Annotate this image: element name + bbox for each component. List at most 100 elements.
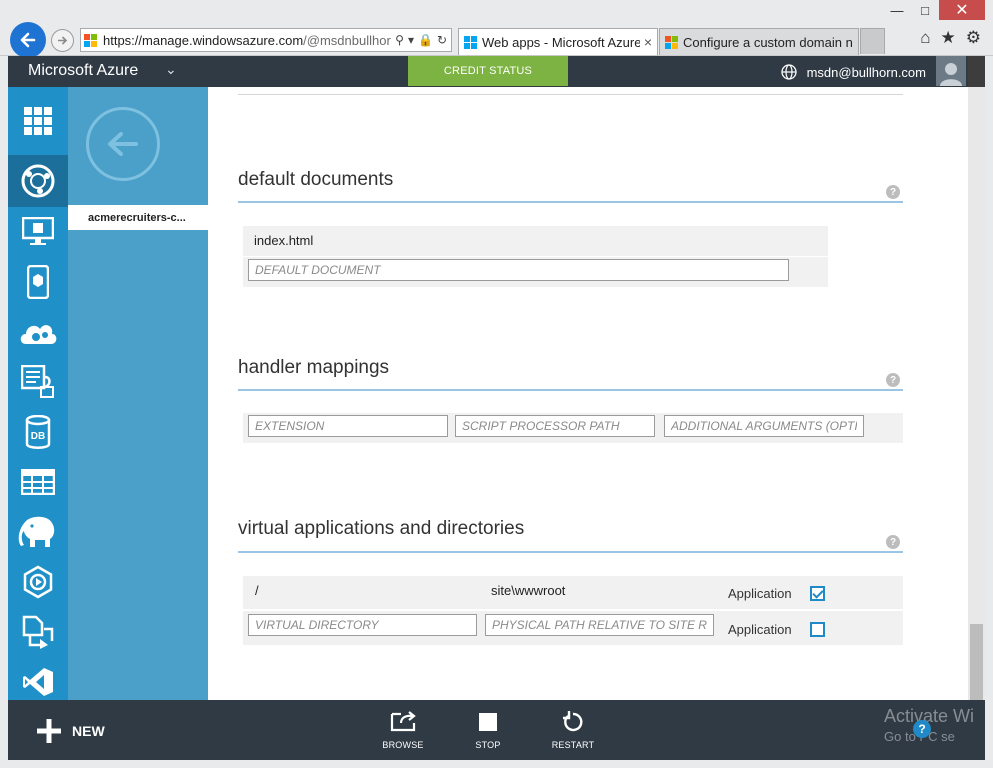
mobile-services-icon xyxy=(27,265,49,299)
batch-services-icon xyxy=(21,365,54,398)
virtual-directory-input[interactable] xyxy=(248,614,477,636)
svg-text:DB: DB xyxy=(31,431,45,442)
search-icon[interactable]: ⚲ xyxy=(395,33,404,47)
azure-header: Microsoft Azure ⌄ CREDIT STATUS msdn@bul… xyxy=(8,56,968,87)
application-checkbox[interactable] xyxy=(810,586,825,601)
tab-close-icon[interactable]: × xyxy=(644,34,652,50)
nav-all-items[interactable] xyxy=(8,87,68,155)
application-checkbox[interactable] xyxy=(810,622,825,637)
default-document-value[interactable]: index.html xyxy=(254,233,313,248)
lock-icon[interactable]: 🔒 xyxy=(418,33,433,47)
forward-arrow-icon xyxy=(58,36,68,45)
home-icon[interactable]: ⌂ xyxy=(920,28,930,48)
scrollbar[interactable] xyxy=(968,87,985,700)
section-rule xyxy=(238,201,903,203)
windows-logo-icon xyxy=(84,33,97,47)
nav-sql-databases[interactable]: DB xyxy=(8,407,68,457)
additional-arguments-input[interactable] xyxy=(664,415,864,437)
window-frame-bottom xyxy=(0,760,993,768)
account-menu[interactable]: msdn@bullhorn.com xyxy=(780,64,926,80)
restart-icon xyxy=(562,710,584,734)
address-actions: ⚲ ▾ 🔒 ↻ xyxy=(391,33,451,47)
help-icon[interactable]: ? xyxy=(886,373,900,387)
browser-back-button[interactable] xyxy=(10,22,46,58)
new-tab-button[interactable] xyxy=(860,28,885,54)
service-nav: DB xyxy=(8,87,68,700)
section-title-default-documents: default documents xyxy=(238,169,394,190)
settings-gear-icon[interactable]: ⚙ xyxy=(966,28,981,48)
nav-virtual-machines[interactable] xyxy=(8,207,68,257)
new-handler-row xyxy=(243,413,903,443)
nav-mobile-services[interactable] xyxy=(8,257,68,307)
previous-section-end xyxy=(238,87,903,95)
default-document-input[interactable] xyxy=(248,259,789,281)
restart-button[interactable]: RESTART xyxy=(543,710,603,750)
tab-configure-domain[interactable]: Configure a custom domain n... xyxy=(659,28,859,55)
credit-status-button[interactable]: CREDIT STATUS xyxy=(408,56,568,86)
stop-button[interactable]: STOP xyxy=(458,710,518,750)
nav-service-bus[interactable] xyxy=(8,607,68,657)
address-bar[interactable]: https://manage.windowsazure.com/@msdnbul… xyxy=(80,28,452,52)
new-button[interactable]: NEW xyxy=(36,718,105,744)
virtual-directory-value[interactable]: / xyxy=(255,583,259,598)
brand-title[interactable]: Microsoft Azure xyxy=(28,62,138,80)
new-document-row xyxy=(243,257,828,287)
back-arrow-icon xyxy=(108,132,138,156)
nav-storage[interactable] xyxy=(8,457,68,507)
physical-path-value[interactable]: site\wwwroot xyxy=(491,583,565,598)
stop-icon xyxy=(479,710,497,734)
url-text: https://manage.windowsazure.com/@msdnbul… xyxy=(103,33,391,48)
refresh-icon[interactable]: ↻ xyxy=(437,33,447,47)
maximize-button[interactable]: □ xyxy=(911,0,939,20)
help-icon[interactable]: ? xyxy=(886,535,900,549)
service-bus-icon xyxy=(22,615,54,649)
back-to-list-button[interactable] xyxy=(86,107,160,181)
nav-batch-services[interactable] xyxy=(8,357,68,407)
window-close-button[interactable]: ✕ xyxy=(939,0,985,20)
visual-studio-icon xyxy=(23,668,53,696)
storage-table-icon xyxy=(21,469,55,495)
script-processor-input[interactable] xyxy=(455,415,655,437)
favorites-star-icon[interactable]: ★ xyxy=(941,28,956,48)
physical-path-input[interactable] xyxy=(485,614,714,636)
web-apps-globe-icon xyxy=(21,164,55,198)
hdinsight-elephant-icon xyxy=(18,516,55,547)
tab-title: Configure a custom domain n... xyxy=(683,34,853,50)
window-frame-right xyxy=(985,56,993,768)
dropdown-icon[interactable]: ▾ xyxy=(408,33,414,47)
azure-favicon-icon xyxy=(464,35,477,49)
minimize-button[interactable]: — xyxy=(883,0,911,20)
nav-cloud-services[interactable] xyxy=(8,307,68,357)
browser-toolbar: ⌂ ★ ⚙ xyxy=(920,28,981,48)
section-title-handler-mappings: handler mappings xyxy=(238,357,390,378)
plus-icon xyxy=(37,719,61,743)
tab-web-apps[interactable]: Web apps - Microsoft Azure × xyxy=(458,28,658,55)
browse-icon xyxy=(389,710,417,734)
help-icon[interactable]: ? xyxy=(886,185,900,199)
nav-hdinsight[interactable] xyxy=(8,507,68,557)
sql-databases-icon: DB xyxy=(25,415,51,449)
nav-media-services[interactable] xyxy=(8,557,68,607)
scrollbar-thumb[interactable] xyxy=(970,624,983,700)
browse-label: BROWSE xyxy=(382,740,424,750)
section-title-virtual-applications: virtual applications and directories xyxy=(238,518,525,539)
back-arrow-icon xyxy=(20,32,36,48)
url-host: https://manage.windowsazure.com xyxy=(103,32,304,48)
chevron-down-icon[interactable]: ⌄ xyxy=(165,61,177,78)
section-rule xyxy=(238,551,903,553)
new-label: NEW xyxy=(72,723,105,739)
browser-forward-button[interactable] xyxy=(51,29,74,52)
window-controls: — □ ✕ xyxy=(883,0,985,22)
window-frame-left xyxy=(0,56,8,760)
command-bar: NEW BROWSE STOP RESTART Activate Wi Go t… xyxy=(8,700,985,760)
user-silhouette-icon xyxy=(940,63,962,86)
web-app-item[interactable]: acmerecruiters-c... xyxy=(68,205,208,230)
all-items-grid-icon xyxy=(24,107,52,135)
nav-web-apps[interactable] xyxy=(8,155,68,207)
browse-button[interactable]: BROWSE xyxy=(373,710,433,750)
extension-input[interactable] xyxy=(248,415,448,437)
secondary-nav: acmerecruiters-c... xyxy=(68,87,208,700)
avatar[interactable] xyxy=(936,56,966,86)
help-button[interactable]: ? xyxy=(913,720,931,738)
list-item: index.html xyxy=(243,226,828,256)
